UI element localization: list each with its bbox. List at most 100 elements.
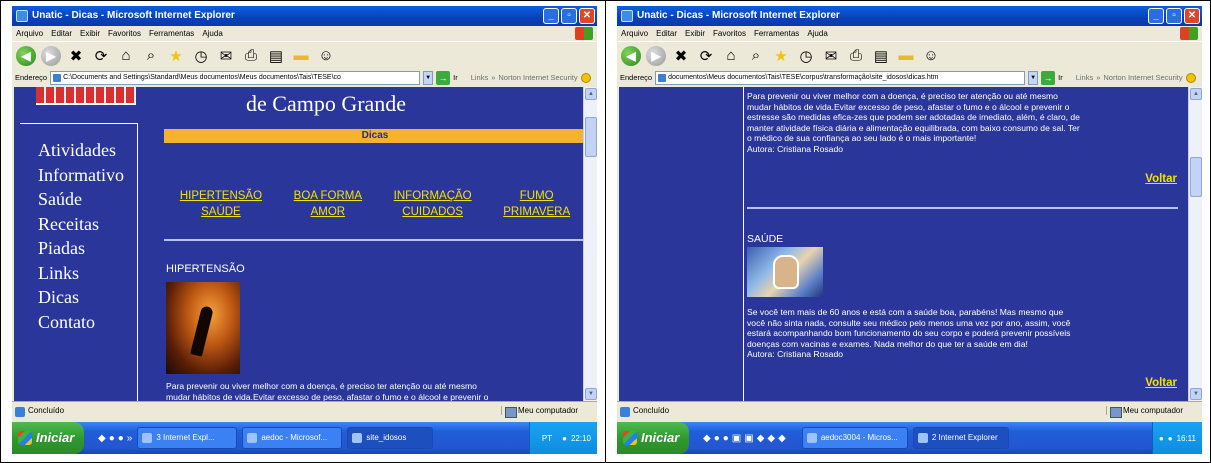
go-label[interactable]: Ir xyxy=(453,73,458,82)
history-icon[interactable]: ◷ xyxy=(191,46,211,66)
word-icon[interactable]: ▣ xyxy=(732,433,741,444)
folder-icon[interactable]: ▬ xyxy=(896,46,916,66)
stop-icon[interactable]: ✖ xyxy=(671,46,691,66)
edit-icon[interactable]: ▤ xyxy=(266,46,286,66)
menu-ajuda[interactable]: Ajuda xyxy=(807,26,827,41)
chevron-icon[interactable]: » xyxy=(1096,73,1100,82)
messenger-icon[interactable]: ☺ xyxy=(316,46,336,66)
go-icon[interactable]: → xyxy=(1041,70,1056,85)
edit-icon[interactable]: ▤ xyxy=(871,46,891,66)
link-saude[interactable]: SAÚDE xyxy=(180,204,262,220)
home-icon[interactable]: ⌂ xyxy=(116,46,136,66)
scroll-thumb[interactable] xyxy=(1190,157,1202,197)
menu-exibir[interactable]: Exibir xyxy=(685,26,705,41)
norton-icon[interactable] xyxy=(1185,72,1196,83)
vertical-scrollbar[interactable]: ▲ ▼ xyxy=(583,87,597,401)
close-button[interactable]: ✕ xyxy=(579,8,595,24)
norton-icon[interactable] xyxy=(580,72,591,83)
chevron-icon[interactable]: » xyxy=(491,73,495,82)
folder-icon[interactable]: ▬ xyxy=(291,46,311,66)
menu-ferramentas[interactable]: Ferramentas xyxy=(754,26,799,41)
refresh-icon[interactable]: ⟳ xyxy=(696,46,716,66)
mail-icon[interactable]: ✉ xyxy=(821,46,841,66)
taskbar-item[interactable]: site_idosos xyxy=(347,427,434,449)
taskbar-item[interactable]: 3 Internet Expl... xyxy=(137,427,238,449)
nav-piadas[interactable]: Piadas xyxy=(38,236,137,261)
search-icon[interactable]: ⌕ xyxy=(746,46,766,66)
start-button[interactable]: Iniciar xyxy=(12,422,84,454)
app-icon[interactable]: ◆ xyxy=(757,433,765,444)
minimize-button[interactable]: _ xyxy=(543,8,559,24)
home-icon[interactable]: ⌂ xyxy=(721,46,741,66)
nav-informativo[interactable]: Informativo xyxy=(38,163,137,188)
restore-button[interactable]: ▫ xyxy=(561,8,577,24)
address-field[interactable]: C:\Documents and Settings\Standard\Meus … xyxy=(50,70,421,85)
voltar-link[interactable]: Voltar xyxy=(1145,377,1177,389)
menu-ferramentas[interactable]: Ferramentas xyxy=(149,26,194,41)
history-icon[interactable]: ◷ xyxy=(796,46,816,66)
go-label[interactable]: Ir xyxy=(1058,73,1063,82)
address-dropdown-icon[interactable]: ▼ xyxy=(1028,70,1039,85)
tray-icon[interactable]: ● xyxy=(1159,434,1164,443)
app-icon[interactable]: ◆ xyxy=(767,433,775,444)
address-dropdown-icon[interactable]: ▼ xyxy=(423,70,434,85)
taskbar-item[interactable]: aedoc - Microsof... xyxy=(242,427,343,449)
desktop-icon[interactable]: ◆ xyxy=(703,433,711,444)
nav-atividades[interactable]: Atividades xyxy=(38,138,137,163)
app-icon[interactable]: ◆ xyxy=(778,433,786,444)
ie-quicklaunch-icon[interactable]: ● xyxy=(714,433,720,444)
link-amor[interactable]: AMOR xyxy=(294,204,362,220)
link-informacao[interactable]: INFORMAÇÃO xyxy=(394,188,472,204)
tray-icon[interactable]: ● xyxy=(1168,434,1173,443)
back-icon[interactable]: ◀ xyxy=(621,45,641,66)
clock[interactable]: 16:11 xyxy=(1177,434,1196,443)
menu-arquivo[interactable]: Arquivo xyxy=(16,26,43,41)
norton-label[interactable]: Norton Internet Security xyxy=(1103,73,1182,82)
link-fumo[interactable]: FUMO xyxy=(503,188,570,204)
menu-exibir[interactable]: Exibir xyxy=(80,26,100,41)
forward-icon[interactable]: ▶ xyxy=(41,45,61,66)
links-label[interactable]: Links xyxy=(1076,73,1094,82)
print-icon[interactable]: ⎙ xyxy=(241,46,261,66)
scroll-thumb[interactable] xyxy=(585,117,597,157)
scroll-down-icon[interactable]: ▼ xyxy=(1190,388,1202,400)
vertical-scrollbar[interactable]: ▲ ▼ xyxy=(1188,87,1202,401)
minimize-button[interactable]: _ xyxy=(1148,8,1164,24)
menu-arquivo[interactable]: Arquivo xyxy=(621,26,648,41)
close-button[interactable]: ✕ xyxy=(1184,8,1200,24)
menu-editar[interactable]: Editar xyxy=(51,26,72,41)
nav-links[interactable]: Links xyxy=(38,261,137,286)
forward-icon[interactable]: ▶ xyxy=(646,45,666,66)
taskbar-item[interactable]: aedoc3004 - Micros... xyxy=(801,427,908,449)
menu-favoritos[interactable]: Favoritos xyxy=(713,26,746,41)
restore-button[interactable]: ▫ xyxy=(1166,8,1182,24)
mail-icon[interactable]: ✉ xyxy=(216,46,236,66)
tray-icon[interactable]: ● xyxy=(562,434,567,443)
favorites-icon[interactable]: ★ xyxy=(771,46,791,66)
nav-saude[interactable]: Saúde xyxy=(38,187,137,212)
print-icon[interactable]: ⎙ xyxy=(846,46,866,66)
clock[interactable]: 22:10 xyxy=(571,434,591,443)
scroll-up-icon[interactable]: ▲ xyxy=(585,88,597,100)
menu-favoritos[interactable]: Favoritos xyxy=(108,26,141,41)
chevron-icon[interactable]: » xyxy=(127,433,133,444)
start-button[interactable]: Iniciar xyxy=(617,422,689,454)
nav-receitas[interactable]: Receitas xyxy=(38,212,137,237)
link-boa-forma[interactable]: BOA FORMA xyxy=(294,188,362,204)
scroll-down-icon[interactable]: ▼ xyxy=(585,388,597,400)
menu-editar[interactable]: Editar xyxy=(656,26,677,41)
messenger-icon[interactable]: ☺ xyxy=(921,46,941,66)
address-field[interactable]: documentos\Meus documentos\Tais\TESE\cor… xyxy=(655,70,1026,85)
search-icon[interactable]: ⌕ xyxy=(141,46,161,66)
back-icon[interactable]: ◀ xyxy=(16,45,36,66)
link-hipertensao[interactable]: HIPERTENSÃO xyxy=(180,188,262,204)
nav-contato[interactable]: Contato xyxy=(38,310,137,335)
media-icon[interactable]: ● xyxy=(118,433,124,444)
voltar-link[interactable]: Voltar xyxy=(1145,173,1177,185)
language-indicator[interactable]: PT xyxy=(536,434,558,443)
desktop-icon[interactable]: ◆ xyxy=(98,433,106,444)
favorites-icon[interactable]: ★ xyxy=(166,46,186,66)
links-label[interactable]: Links xyxy=(471,73,489,82)
stop-icon[interactable]: ✖ xyxy=(66,46,86,66)
refresh-icon[interactable]: ⟳ xyxy=(91,46,111,66)
